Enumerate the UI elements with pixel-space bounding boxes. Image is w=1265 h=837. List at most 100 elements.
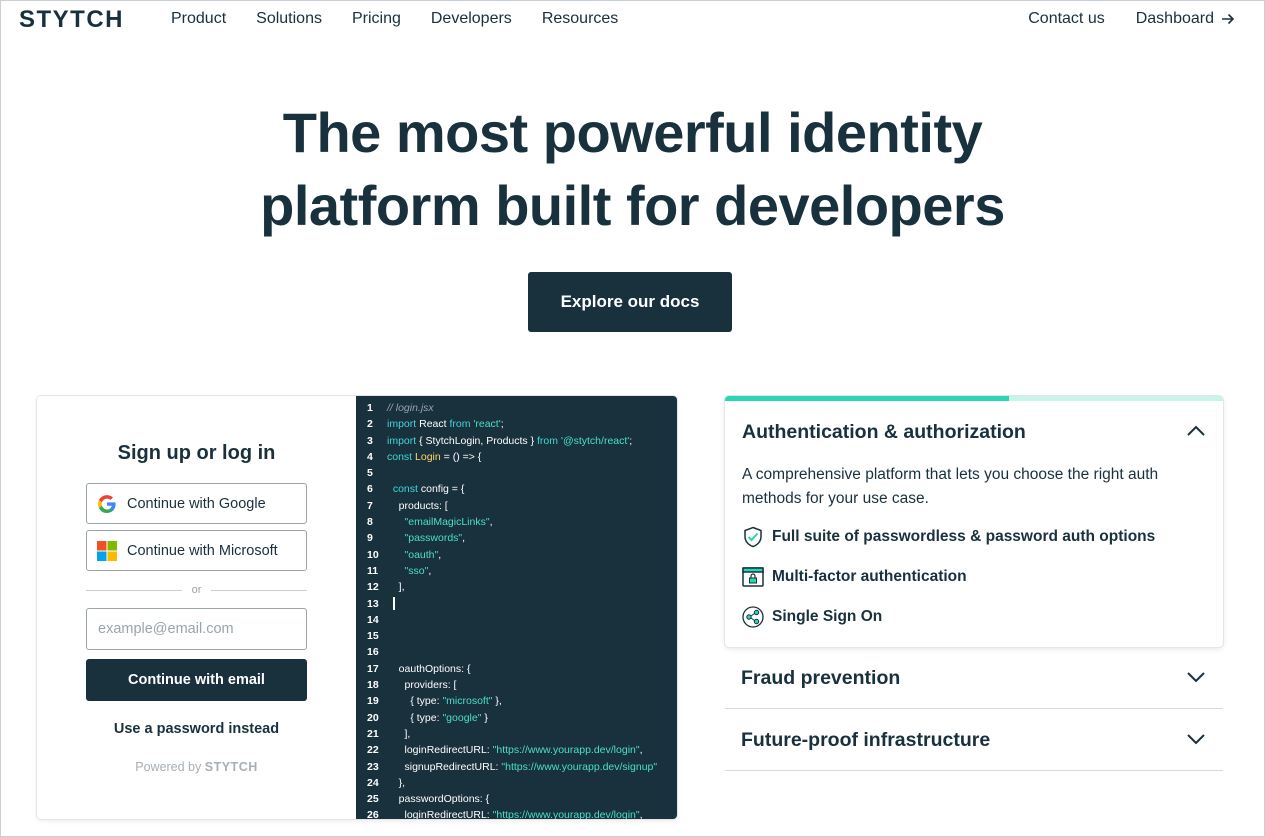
line-number: 23 [367,760,379,773]
line-number: 4 [367,450,373,463]
code-line: 20 { type: "google" } [356,710,677,726]
nav-link-resources[interactable]: Resources [542,10,618,28]
code-text: loginRedirectURL: "https://www.yourapp.d… [387,744,643,757]
code-line: 8 "emailMagicLinks", [356,514,677,530]
line-number: 18 [367,679,379,692]
line-number: 2 [367,418,373,431]
divider-line-left [86,589,182,591]
use-password-link[interactable]: Use a password instead [37,721,356,737]
code-line: 2 import React from 'react'; [356,416,677,432]
code-text: }, [387,776,406,789]
code-line: 4 const Login = () => { [356,449,677,465]
code-text [387,596,395,612]
code-text: passwordOptions: { [387,793,490,806]
code-line: 22 loginRedirectURL: "https://www.yourap… [356,742,677,758]
hero-title-line1: The most powerful identity [282,101,983,164]
nav-link-product[interactable]: Product [171,10,226,28]
progress-fill [725,396,1009,401]
code-line: 6 const config = { [356,481,677,497]
nav-right: Contact us Dashboard [1028,10,1235,28]
line-number: 12 [367,581,379,594]
hero-title: The most powerful identity platform buil… [0,96,1265,242]
accordion-title-fraud: Fraud prevention [741,667,901,689]
dashboard-label: Dashboard [1135,10,1214,27]
shield-check-icon [744,526,762,548]
line-number: 25 [367,793,379,806]
code-text: { type: "microsoft" }, [387,695,502,708]
login-title: Sign up or log in [117,442,276,464]
feature-label: Multi-factor authentication [772,568,967,585]
nav-link-solutions[interactable]: Solutions [256,10,322,28]
dashboard-link[interactable]: Dashboard [1136,10,1235,28]
code-text: const config = { [392,483,465,496]
code-line: 21 ], [356,726,677,742]
contact-us-link[interactable]: Contact us [1028,10,1104,28]
accordion-title-infrastructure: Future-proof infrastructure [741,729,991,751]
line-number: 1 [367,402,373,414]
code-line: 11 "sso", [356,563,677,579]
email-input[interactable] [86,608,307,650]
accordion-item-open: Authentication & authorization A compreh… [725,396,1223,647]
chevron-down-icon[interactable] [1186,733,1206,745]
code-line: 18 providers: [ [356,677,677,693]
arrow-right-icon [1222,13,1235,25]
accordion-title-auth[interactable]: Authentication & authorization [742,421,1026,444]
line-number: 15 [367,630,379,643]
continue-with-microsoft-button[interactable]: Continue with Microsoft [86,530,307,571]
code-line: 25 passwordOptions: { [356,791,677,807]
feature-label: Full suite of passwordless & password au… [772,528,1156,545]
hero-title-line2: platform built for developers [260,174,1005,237]
code-line: 5 [356,465,677,481]
line-number: 11 [367,564,379,577]
top-nav: STYTCH Product Solutions Pricing Develop… [0,0,1265,38]
code-line: 26 loginRedirectURL: "https://www.yourap… [356,807,677,819]
code-text: "sso", [404,564,432,577]
continue-with-email-button[interactable]: Continue with email [86,659,307,701]
login-panel: Sign up or log in Continue with Google C… [37,396,356,819]
code-text: providers: [ [387,679,457,692]
code-text: ], [387,581,405,594]
code-line: 7 products: [ [356,498,677,514]
nav-links: Product Solutions Pricing Developers Res… [171,10,648,28]
nav-link-pricing[interactable]: Pricing [352,10,401,28]
code-text: "emailMagicLinks", [404,516,493,529]
powered-brand: STYTCH [204,760,258,774]
network-share-icon [742,606,764,628]
line-number: 16 [367,646,379,659]
text-cursor [392,597,395,611]
line-number: 6 [367,483,373,496]
line-number: 26 [367,809,379,819]
or-divider: or [86,584,307,596]
divider-text: or [191,584,202,596]
line-number: 19 [367,695,379,708]
chevron-up-icon[interactable] [1186,425,1206,437]
continue-with-google-button[interactable]: Continue with Google [86,483,307,524]
feature-label: Single Sign On [772,608,883,625]
line-number: 24 [367,776,379,789]
code-line: 24 }, [356,775,677,791]
stytch-logo[interactable]: STYTCH [19,6,124,34]
accordion-item-infrastructure[interactable]: Future-proof infrastructure [725,709,1223,771]
feature-passwordless: Full suite of passwordless & password au… [742,526,1155,548]
code-text: { type: "google" } [387,711,488,724]
accordion-item-fraud[interactable]: Fraud prevention [725,647,1223,709]
nav-link-developers[interactable]: Developers [431,10,512,28]
code-text: "passwords", [404,532,466,545]
chevron-down-icon[interactable] [1186,671,1206,683]
code-line: 23 signupRedirectURL: "https://www.youra… [356,759,677,775]
code-line: 10 "oauth", [356,547,677,563]
code-text: "oauth", [404,548,442,561]
code-text: import { StytchLogin, Products } from '@… [387,434,633,447]
line-number: 14 [367,613,379,626]
code-line: 17 oauthOptions: { [356,661,677,677]
line-number: 13 [367,597,379,610]
code-line: 13 [356,596,677,612]
microsoft-icon [97,540,117,561]
login-demo-card: Sign up or log in Continue with Google C… [37,396,677,819]
explore-docs-button[interactable]: Explore our docs [528,272,732,332]
divider-line-right [211,589,307,591]
feature-mfa: Multi-factor authentication [742,566,967,588]
code-line: 1 // login.jsx [356,400,677,416]
code-text: import React from 'react'; [387,418,504,431]
accordion-description: A comprehensive platform that lets you c… [742,466,1159,507]
